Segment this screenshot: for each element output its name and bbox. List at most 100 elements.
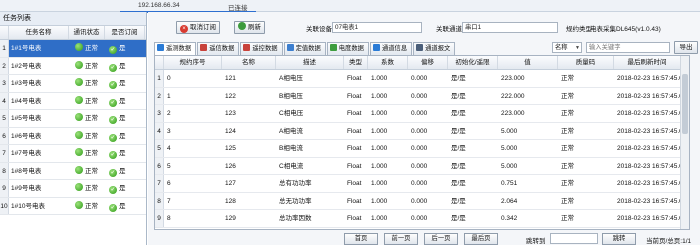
tab-label: 遥信数据 <box>209 45 235 52</box>
table-row[interactable]: 3 2 123 C相电压 Float 1.000 0.000 是/是 223.000 正常 2018… <box>155 105 689 123</box>
grid-row-index: 7 <box>155 175 164 192</box>
table-row[interactable]: 6 5 126 C相电流 Float 1.000 0.000 是/是 5.000 正常 2018-0… <box>155 157 689 175</box>
tab-telesignal[interactable]: 遥信数据 <box>197 42 240 55</box>
grid-row-index: 1 <box>155 70 164 87</box>
task-list-item[interactable]: 5 1#5号电表 正常 ✓ 是 <box>0 110 146 128</box>
refresh-label: 刷新 <box>248 24 261 31</box>
tab-setpoint[interactable]: 定值数据 <box>283 42 326 55</box>
table-row[interactable]: 9 8 129 总功率因数 Float 1.000 0.000 是/是 0.342 正常 2018-… <box>155 210 689 228</box>
task-list-item[interactable]: 10 1#10号电表 正常 ✓ 是 <box>0 197 146 215</box>
cancel-icon: × <box>180 25 188 33</box>
prev-page-button[interactable]: 前一页 <box>384 233 418 245</box>
task-list-item[interactable]: 2 1#2号电表 正常 ✓ 是 <box>0 57 146 75</box>
first-page-button[interactable]: 首页 <box>344 233 378 245</box>
header-offset[interactable]: 偏移 <box>408 56 448 69</box>
tab-channel-info[interactable]: 通道信息 <box>369 42 413 55</box>
connection-ip: 192.168.66.34 <box>138 2 180 9</box>
table-row[interactable]: 4 3 124 A相电流 Float 1.000 0.000 是/是 5.000 正常 2018-0… <box>155 122 689 140</box>
row-index: 3 <box>0 75 9 92</box>
comm-status: 正常 <box>69 163 105 180</box>
channel-field[interactable]: 串口1 <box>462 22 558 33</box>
telecontrol-icon <box>243 44 251 51</box>
subscribed: ✓ 是 <box>105 180 145 197</box>
comm-status-text: 正常 <box>85 80 98 87</box>
subscribed: ✓ 是 <box>105 75 145 92</box>
goto-button[interactable]: 跳转 <box>602 233 636 245</box>
device-field[interactable]: 07电表1 <box>332 22 422 33</box>
cell-refresh-time: 2018-02-23 16:57:45.000 <box>617 92 681 100</box>
row-index: 10 <box>0 197 9 214</box>
cell-quality: 正常 <box>561 75 574 82</box>
table-row[interactable]: 5 4 125 B相电流 Float 1.000 0.000 是/是 5.000 正常 2018-0… <box>155 140 689 158</box>
scrollbar-thumb[interactable] <box>682 74 688 134</box>
table-row[interactable]: 8 7 128 总无功功率 Float 1.000 0.000 是/是 2.064 正常 2018-… <box>155 192 689 210</box>
tab-energy[interactable]: 电度数据 <box>326 42 369 55</box>
task-list-item[interactable]: 3 1#3号电表 正常 ✓ 是 <box>0 75 146 93</box>
grid-index-header <box>155 56 164 69</box>
cell-init-limit: 是/是 <box>451 110 466 117</box>
vertical-scrollbar[interactable] <box>680 56 689 229</box>
subscribed-text: 是 <box>119 80 126 87</box>
subscribed-text: 是 <box>119 185 126 192</box>
tab-channel-message[interactable]: 通道报文 <box>413 42 456 55</box>
cell-type: Float <box>347 215 362 222</box>
task-list-item[interactable]: 1 1#1号电表 正常 ✓ 是 <box>0 40 146 58</box>
task-name: 1#2号电表 <box>11 62 42 70</box>
tab-telecontrol[interactable]: 遥控数据 <box>240 42 283 55</box>
next-page-button[interactable]: 后一页 <box>424 233 458 245</box>
channel-message-icon <box>416 44 424 51</box>
grid-row-index: 8 <box>155 192 164 209</box>
cell-type: Float <box>347 75 362 82</box>
tab-label: 电度数据 <box>338 45 364 52</box>
grid-row-index: 9 <box>155 210 164 227</box>
subscribed-text: 是 <box>119 202 126 210</box>
task-list-item[interactable]: 9 1#9号电表 正常 ✓ 是 <box>0 180 146 198</box>
subscribed: ✓ 是 <box>105 163 145 180</box>
table-row[interactable]: 1 0 121 A相电压 Float 1.000 0.000 是/是 223.000 正常 2018… <box>155 70 689 88</box>
grid-row-index: 2 <box>155 87 164 104</box>
export-button[interactable]: 导出 <box>674 41 698 54</box>
cell-value: 223.000 <box>501 110 525 117</box>
check-icon: ✓ <box>109 151 117 159</box>
comm-status: 正常 <box>69 110 105 127</box>
tab-label: 通道信息 <box>381 45 408 52</box>
detail-panel: × 取消订阅 刷新 关联设备 07电表1 关联通道 串口1 规约类型 电表采集DL… <box>148 12 700 245</box>
cell-protocol-seq: 5 <box>167 162 171 170</box>
header-type[interactable]: 类型 <box>344 56 368 69</box>
last-page-button[interactable]: 最后页 <box>464 233 498 245</box>
task-list-item[interactable]: 7 1#7号电表 正常 ✓ 是 <box>0 145 146 163</box>
table-row[interactable]: 7 6 127 总有功功率 Float 1.000 0.000 是/是 0.751 正常 2018-… <box>155 175 689 193</box>
header-coefficient[interactable]: 系数 <box>368 56 408 69</box>
subscribed-text: 是 <box>119 62 126 70</box>
goto-page-input[interactable] <box>550 233 598 244</box>
header-subscribed[interactable]: 是否订阅 <box>105 26 145 39</box>
header-init-limit[interactable]: 初始化/遥限 <box>448 56 498 69</box>
header-quality[interactable]: 质量码 <box>558 56 614 69</box>
header-description[interactable]: 描述 <box>276 56 344 69</box>
task-list-title: 任务列表 <box>0 12 146 26</box>
task-list-item[interactable]: 6 1#6号电表 正常 ✓ 是 <box>0 127 146 145</box>
cancel-subscription-button[interactable]: × 取消订阅 <box>176 21 220 34</box>
search-field-select[interactable]: 名称 ▼ <box>552 42 582 53</box>
comm-status: 正常 <box>69 93 105 110</box>
header-protocol-seq[interactable]: 规约序号 <box>164 56 222 69</box>
status-ok-icon <box>75 60 83 69</box>
header-name[interactable]: 名称 <box>222 56 276 69</box>
comm-status: 正常 <box>69 180 105 197</box>
cell-refresh-time: 2018-02-23 16:57:45.000 <box>617 110 681 117</box>
header-comm-status[interactable]: 通讯状态 <box>69 26 105 39</box>
table-row[interactable]: 2 1 122 B相电压 Float 1.000 0.000 是/是 222.000 正常 2018… <box>155 87 689 105</box>
cell-quality: 正常 <box>561 145 574 152</box>
search-input[interactable] <box>586 42 670 53</box>
refresh-button[interactable]: 刷新 <box>234 21 265 34</box>
header-refresh-time[interactable]: 最后刷新时间 <box>614 56 681 69</box>
task-list-item[interactable]: 4 1#4号电表 正常 ✓ 是 <box>0 92 146 110</box>
comm-status: 正常 <box>69 58 105 75</box>
tab-telemetry[interactable]: 遥测数据 <box>154 42 197 55</box>
header-task-name[interactable]: 任务名称 <box>9 26 69 39</box>
cell-protocol-seq: 0 <box>167 75 171 82</box>
cell-quality: 正常 <box>561 215 574 222</box>
subscribed-text: 是 <box>119 167 126 175</box>
header-value[interactable]: 值 <box>498 56 558 69</box>
task-list-item[interactable]: 8 1#8号电表 正常 ✓ 是 <box>0 162 146 180</box>
